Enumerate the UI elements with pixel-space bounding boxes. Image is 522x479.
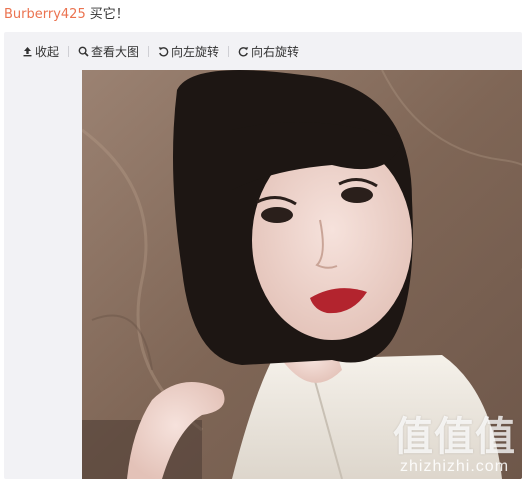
watermark: 值值值 zhizhizhi.com <box>393 417 516 475</box>
magnifier-icon <box>78 46 91 57</box>
media-toolbar: 收起 查看大图 向左旋转 向右旋转 <box>4 32 522 70</box>
view-large-label: 查看大图 <box>91 44 140 59</box>
username-link[interactable]: Burberry425 <box>4 7 86 22</box>
collapse-button[interactable]: 收起 <box>22 43 59 60</box>
collapse-icon <box>22 46 35 57</box>
watermark-logo: 值值值 <box>393 413 516 460</box>
rotate-left-icon <box>158 46 171 57</box>
post-text: 买它！ <box>89 7 129 22</box>
toolbar-divider <box>68 45 70 57</box>
rotate-left-label: 向左旋转 <box>171 44 220 59</box>
post-line: Burberry425 买它！ <box>4 6 129 24</box>
view-large-button[interactable]: 查看大图 <box>78 43 139 60</box>
toolbar-divider <box>228 45 230 57</box>
collapse-label: 收起 <box>35 44 60 59</box>
watermark-url: zhizhizhi.com <box>399 458 510 475</box>
rotate-left-button[interactable]: 向左旋转 <box>158 43 219 60</box>
post-photo[interactable]: 值值值 zhizhizhi.com <box>82 70 522 479</box>
rotate-right-label: 向右旋转 <box>251 44 300 59</box>
media-box: 收起 查看大图 向左旋转 向右旋转 值值值 zhizhizhi.com <box>4 32 522 479</box>
rotate-right-button[interactable]: 向右旋转 <box>238 43 299 60</box>
rotate-right-icon <box>238 46 251 57</box>
toolbar-divider <box>148 45 150 57</box>
